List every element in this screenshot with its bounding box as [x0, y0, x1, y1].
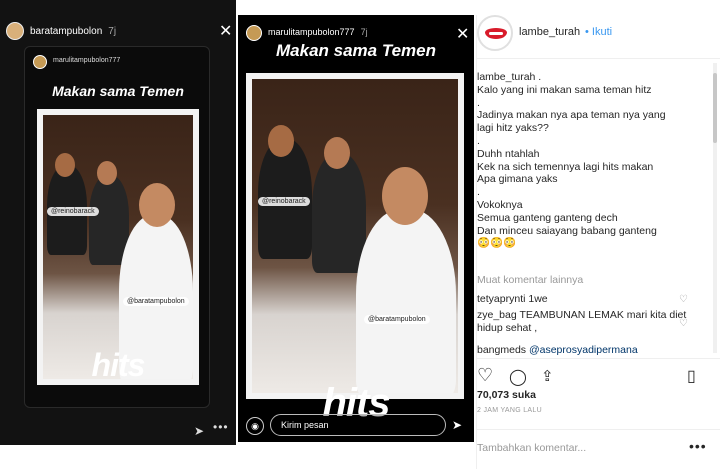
middle-story-username-line: marulitampubolon777 7j — [268, 27, 368, 37]
caption-line: Dan minceu saiayang babang ganteng — [477, 224, 657, 237]
person-head — [139, 183, 175, 227]
comments-scrollbar[interactable] — [713, 63, 717, 353]
story-title: Makan sama Temen — [52, 83, 184, 99]
send-icon[interactable]: ➤ — [194, 424, 204, 438]
lips-logo-icon — [485, 28, 507, 39]
person-head — [55, 153, 75, 177]
caption-line: 😳😳😳 — [477, 237, 517, 250]
comment-user[interactable]: tetyaprynti — [477, 293, 525, 305]
story-hits-text: hits — [91, 347, 146, 383]
middle-story-username[interactable]: marulitampubolon777 — [268, 27, 355, 37]
photo-tag: @baratampubolon — [123, 297, 189, 306]
instagram-post: lambe_turah • Ikuti lambe_turah . Kalo y… — [476, 15, 720, 469]
photo-tag: @reinobarack — [47, 207, 99, 216]
post-actions: ♡ ◯ ⇪ ▯ — [477, 358, 720, 392]
person-head — [324, 137, 350, 169]
caption-line: Duhh ntahlah — [477, 147, 540, 160]
follow-button[interactable]: • Ikuti — [585, 26, 612, 38]
post-avatar[interactable] — [477, 15, 513, 51]
middle-story-age: 7j — [360, 27, 368, 37]
comment-user[interactable]: zye_bag — [477, 309, 517, 321]
comment-text: 1we — [528, 293, 548, 305]
comment-user[interactable]: bangmeds — [477, 344, 526, 356]
camera-icon[interactable]: ◉ — [246, 417, 264, 435]
left-story-username[interactable]: baratampubolon — [30, 26, 102, 37]
person-silhouette — [312, 153, 366, 273]
caption-line: Kalo yang ini makan sama teman hitz — [477, 83, 652, 96]
more-icon[interactable]: ••• — [689, 438, 707, 454]
comment-like-icon[interactable]: ♡ — [679, 318, 688, 329]
caption-line: . — [477, 134, 480, 147]
comment-item: bangmeds @aseprosyadipermana — [477, 344, 697, 357]
scroll-thumb[interactable] — [713, 73, 717, 143]
story-title: Makan sama Temen — [276, 41, 436, 60]
person-head — [97, 161, 117, 185]
middle-story-viewer: marulitampubolon777 7j ✕ Makan sama Temen… — [238, 15, 474, 442]
left-story-age: 7j — [108, 26, 117, 37]
likes-count[interactable]: 70,073 suka — [477, 389, 536, 401]
post-header: lambe_turah • Ikuti — [477, 15, 720, 59]
caption-line: Semua ganteng ganteng dech — [477, 211, 618, 224]
load-more-comments[interactable]: Muat komentar lainnya — [477, 274, 583, 286]
story-photo: @reinobarack @baratampubolon — [246, 73, 464, 399]
caption-line: lambe_turah . — [477, 71, 542, 83]
share-icon[interactable]: ⇪ — [541, 367, 554, 385]
person-silhouette — [356, 209, 456, 393]
left-story-card: marulitampubolon777 Makan sama Temen @re… — [24, 46, 210, 408]
more-icon[interactable]: ••• — [213, 420, 229, 434]
comment-mention[interactable]: @aseprosyadipermana — [529, 344, 638, 356]
inner-username: marulitampubolon777 — [53, 57, 121, 64]
left-story-viewer: baratampubolon 7j ✕ marulitampubolon777 M… — [0, 0, 236, 445]
heart-icon[interactable]: ♡ — [477, 365, 493, 386]
comment-icon[interactable]: ◯ — [509, 367, 527, 387]
comment-item: zye_bag TEAMBUNAN LEMAK mari kita diet h… — [477, 309, 697, 335]
bookmark-icon[interactable]: ▯ — [687, 366, 696, 386]
photo-tag: @reinobarack — [258, 197, 310, 206]
left-story-avatar[interactable] — [6, 22, 24, 40]
caption-line: Jadinya makan nya apa teman nya yang — [477, 109, 666, 122]
story-photo: @reinobarack @baratampubolon — [37, 109, 199, 385]
send-icon[interactable]: ➤ — [452, 418, 462, 432]
post-caption: lambe_turah . Kalo yang ini makan sama t… — [477, 71, 711, 250]
person-head — [268, 125, 294, 157]
comment-like-icon[interactable]: ♡ — [679, 294, 688, 305]
post-time: 2 JAM YANG LALU — [477, 407, 542, 414]
left-story-username-line: baratampubolon 7j — [30, 26, 116, 37]
post-username[interactable]: lambe_turah — [519, 26, 580, 38]
caption-line: Kek na sich temennya lagi hits makan — [477, 160, 654, 173]
caption-line: Vokoknya — [477, 198, 523, 211]
inner-avatar — [33, 55, 47, 69]
close-icon[interactable]: ✕ — [219, 24, 232, 40]
photo-tag: @baratampubolon — [364, 315, 430, 324]
comment-input[interactable]: Tambahkan komentar... — [477, 442, 586, 454]
reply-input[interactable]: Kirim pesan — [270, 414, 446, 436]
comment-item: tetyaprynti 1we — [477, 293, 697, 306]
person-head — [382, 167, 428, 225]
add-comment-bar: Tambahkan komentar... ••• — [477, 429, 720, 469]
caption-line: . — [477, 186, 480, 199]
middle-story-avatar[interactable] — [246, 25, 262, 41]
caption-line: . — [477, 96, 480, 109]
caption-line: Apa gimana yaks — [477, 173, 558, 186]
caption-line: lagi hitz yaks?? — [477, 122, 549, 135]
